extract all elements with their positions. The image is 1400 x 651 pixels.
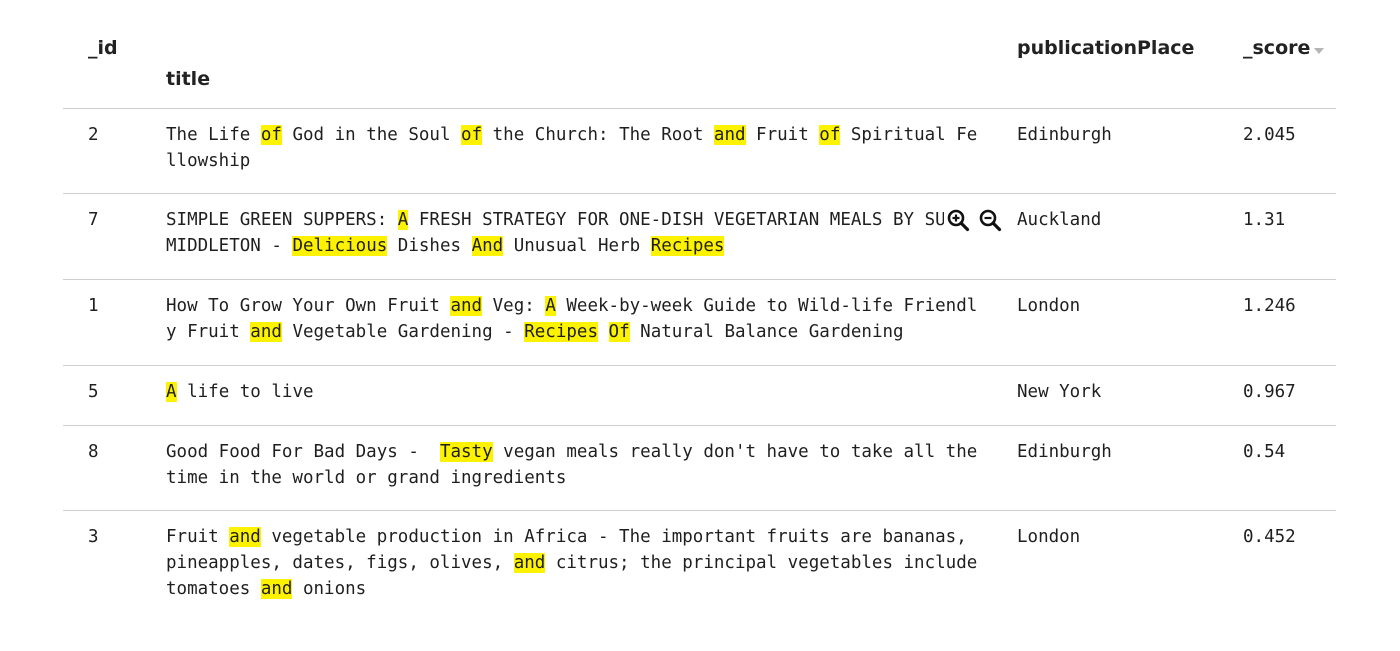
title-text: SIMPLE GREEN SUPPERS: xyxy=(166,210,398,230)
cell-zoom-tools xyxy=(944,208,1002,232)
search-highlight: Of xyxy=(608,322,630,342)
search-highlight: A xyxy=(166,382,177,402)
row-title: The Life of God in the Soul of the Churc… xyxy=(166,122,984,174)
title-text xyxy=(598,322,609,342)
title-text: God in the Soul xyxy=(281,125,462,145)
search-highlight: of xyxy=(461,125,483,145)
row-id: 3 xyxy=(88,527,99,547)
table-row: 3 Fruit and vegetable production in Afri… xyxy=(63,511,1336,621)
search-highlight: Recipes xyxy=(650,236,725,256)
column-header-score-label: _score xyxy=(1243,37,1311,59)
search-highlight: A xyxy=(397,210,409,230)
search-highlight: and xyxy=(229,527,261,547)
column-header-title[interactable]: title xyxy=(166,68,210,90)
row-score: 1.31 xyxy=(1243,210,1286,230)
search-highlight: and xyxy=(250,322,282,342)
zoom-out-icon[interactable] xyxy=(978,208,1002,232)
row-id: 7 xyxy=(88,210,99,230)
column-header-id[interactable]: _id xyxy=(88,37,118,59)
search-highlight: and xyxy=(713,125,746,145)
table-row: 8 Good Food For Bad Days - Tasty vegan m… xyxy=(63,426,1336,511)
row-title: SIMPLE GREEN SUPPERS: A FRESH STRATEGY F… xyxy=(166,207,984,259)
row-id: 1 xyxy=(88,296,99,316)
row-id: 5 xyxy=(88,382,99,402)
zoom-in-icon[interactable] xyxy=(946,208,970,232)
title-text: Dishes xyxy=(387,236,472,256)
title-text: How To Grow Your Own Fruit xyxy=(166,296,451,316)
title-text: Fruit xyxy=(166,527,230,547)
search-highlight: of xyxy=(819,125,841,145)
search-highlight: And xyxy=(471,236,504,256)
search-highlight: and xyxy=(450,296,483,316)
column-header-publication-place[interactable]: publicationPlace xyxy=(1017,37,1194,59)
row-score: 2.045 xyxy=(1243,125,1296,145)
row-id: 2 xyxy=(88,125,99,145)
row-publication-place: London xyxy=(1017,527,1081,547)
title-text: The Life xyxy=(166,125,261,145)
search-highlight: A xyxy=(545,296,556,316)
search-highlight: and xyxy=(260,579,293,599)
title-text: Veg: xyxy=(482,296,546,316)
column-header-score[interactable]: _score xyxy=(1243,37,1325,59)
row-score: 0.54 xyxy=(1243,442,1286,462)
search-highlight: Tasty xyxy=(439,442,493,462)
title-text: life to live xyxy=(176,382,314,402)
row-title: A life to live xyxy=(166,379,984,405)
sort-descending-icon[interactable] xyxy=(1314,47,1325,54)
row-title: Good Food For Bad Days - Tasty vegan mea… xyxy=(166,439,984,491)
search-highlight: and xyxy=(513,553,546,573)
title-text: onions xyxy=(292,579,367,599)
title-text: Unusual Herb xyxy=(503,236,651,256)
row-publication-place: Edinburgh xyxy=(1017,125,1112,145)
table-row: 7 SIMPLE GREEN SUPPERS: A FRESH STRATEGY… xyxy=(63,194,1336,280)
search-highlight: Recipes xyxy=(524,322,598,342)
table-row: 2 The Life of God in the Soul of the Chu… xyxy=(63,109,1336,194)
title-text: Natural Balance Gardening xyxy=(629,322,904,342)
search-highlight: Delicious xyxy=(292,236,388,256)
table-row: 1 How To Grow Your Own Fruit and Veg: A … xyxy=(63,280,1336,366)
title-text: Fruit xyxy=(745,125,820,145)
row-id: 8 xyxy=(88,442,99,462)
title-text: the Church: The Root xyxy=(482,125,714,145)
row-publication-place: Auckland xyxy=(1017,210,1102,230)
search-highlight: of xyxy=(260,125,282,145)
row-publication-place: New York xyxy=(1017,382,1102,402)
row-title: How To Grow Your Own Fruit and Veg: A We… xyxy=(166,293,984,345)
table-header: _id title publicationPlace _score xyxy=(63,0,1336,109)
title-text: Good Food For Bad Days - xyxy=(166,442,440,462)
results-table: _id title publicationPlace _score 2 The … xyxy=(63,0,1336,621)
title-text: Vegetable Gardening - xyxy=(281,322,525,342)
row-score: 0.452 xyxy=(1243,527,1296,547)
row-score: 0.967 xyxy=(1243,382,1296,402)
table-row: 5 A life to live New York 0.967 xyxy=(63,366,1336,426)
row-publication-place: London xyxy=(1017,296,1081,316)
row-publication-place: Edinburgh xyxy=(1017,442,1112,462)
row-score: 1.246 xyxy=(1243,296,1296,316)
row-title: Fruit and vegetable production in Africa… xyxy=(166,524,984,602)
